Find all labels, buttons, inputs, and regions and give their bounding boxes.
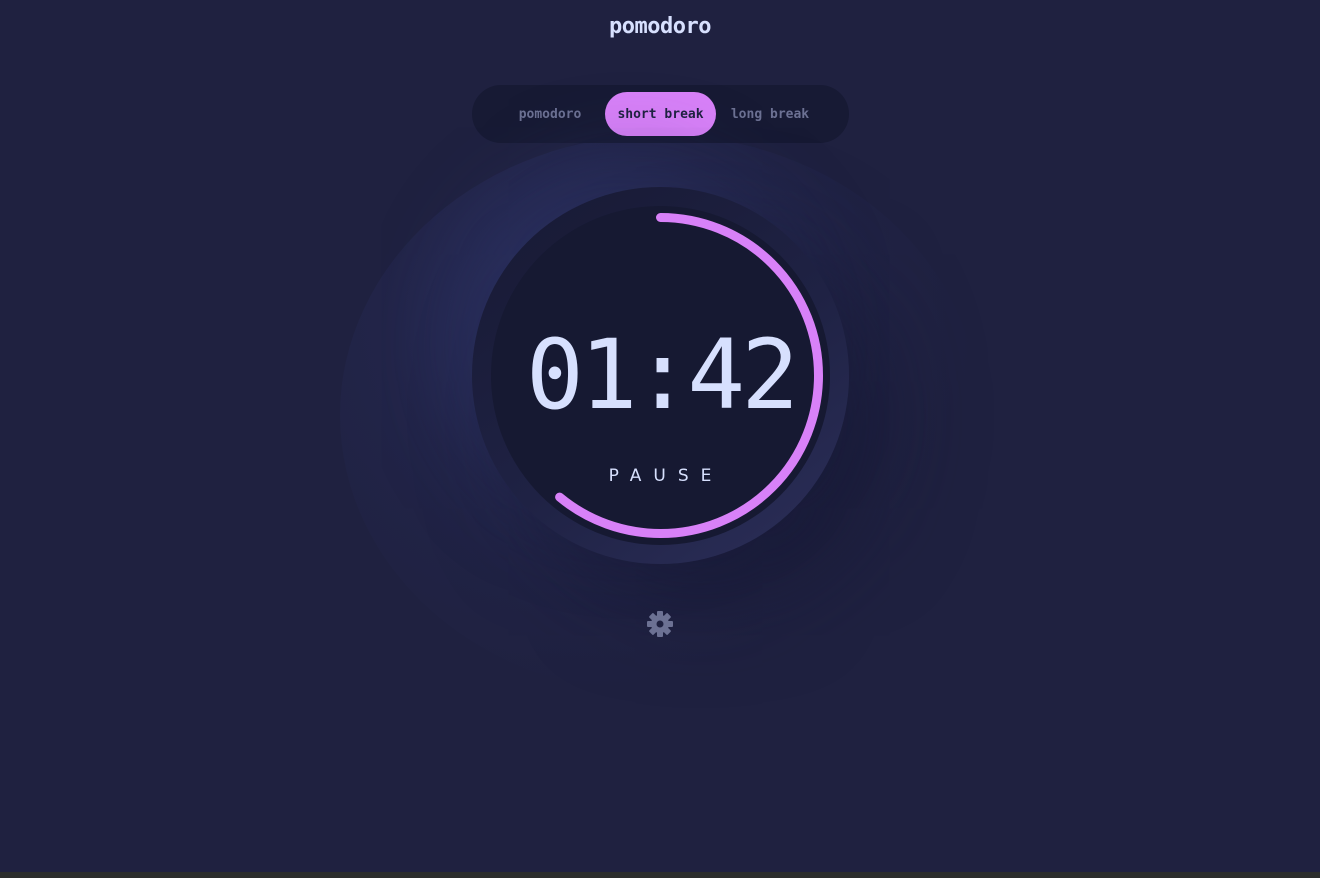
- app-title: pomodoro: [609, 14, 711, 39]
- mode-switch: pomodoro short break long break: [472, 85, 849, 143]
- timer-display: 01:42: [526, 319, 799, 431]
- tab-short-break[interactable]: short break: [605, 92, 716, 136]
- gear-icon: [647, 611, 673, 637]
- settings-button[interactable]: [645, 609, 675, 639]
- tab-long-break[interactable]: long break: [723, 92, 817, 136]
- pause-button[interactable]: PAUSE: [560, 466, 760, 492]
- tab-pomodoro[interactable]: pomodoro: [504, 92, 596, 136]
- bottom-strip: [0, 872, 1320, 878]
